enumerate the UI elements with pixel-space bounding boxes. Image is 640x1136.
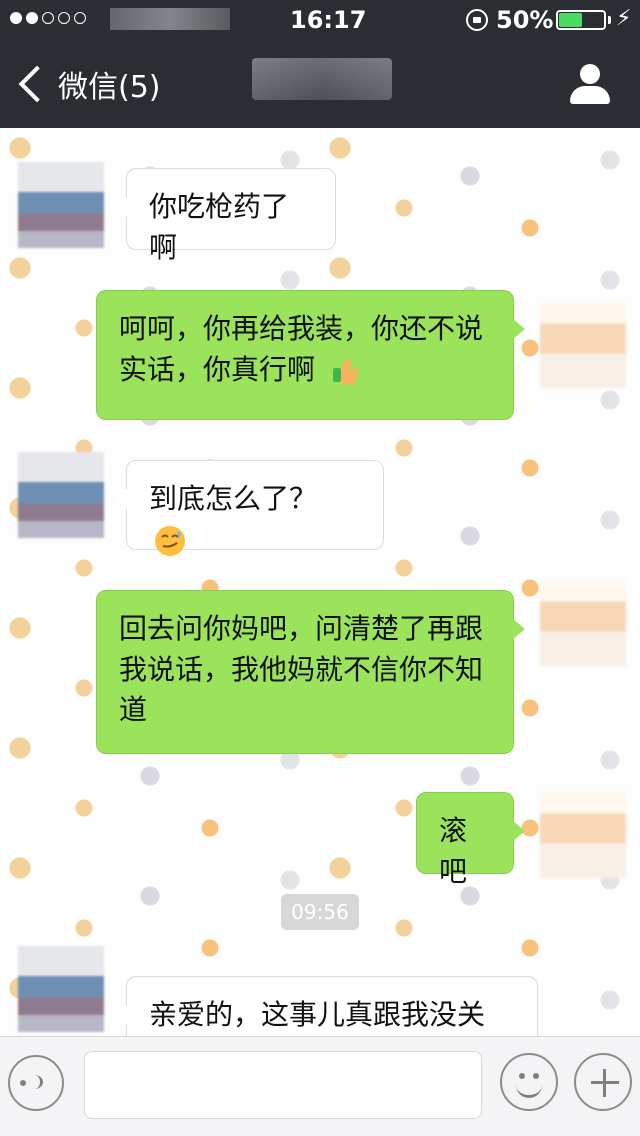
- message-text: 你吃枪药了啊: [149, 190, 290, 264]
- message-text: 回去问你妈吧，问清楚了再跟我说话，我他妈就不信你不知道: [119, 612, 484, 727]
- sent-message-bubble: 呵呵，你再给我装，你还不说实话，你真行啊: [96, 290, 525, 420]
- navigation-bar: 微信(5): [0, 40, 640, 128]
- voice-icon[interactable]: [8, 1055, 64, 1111]
- message-text: 滚吧: [439, 814, 468, 888]
- top-bar: 16:17 50% ⚡ 微信(5): [0, 0, 640, 128]
- contact-avatar[interactable]: [18, 946, 104, 1032]
- received-message-bubble: 到底怎么了？: [114, 460, 384, 556]
- back-button[interactable]: 微信(5): [18, 62, 161, 106]
- back-label: 微信(5): [58, 70, 161, 105]
- chat-screen: 16:17 50% ⚡ 微信(5) 你吃枪药了啊 呵呵，你再给我装，你还不说实话…: [0, 0, 640, 1136]
- contact-avatar[interactable]: [18, 162, 104, 248]
- blurred-chat-title: [252, 58, 392, 100]
- status-time: 16:17: [290, 6, 367, 34]
- chevron-left-icon: [18, 65, 56, 103]
- contact-avatar[interactable]: [18, 452, 104, 538]
- person-icon-head: [580, 64, 600, 84]
- thumbs-up-emoji-icon: [332, 357, 359, 384]
- message-text: 到底怎么了？: [149, 482, 318, 515]
- signal-dot: [42, 12, 54, 24]
- battery-percent: 50%: [496, 6, 554, 34]
- sent-message-bubble: 滚吧: [416, 792, 525, 888]
- signal-dot: [10, 12, 22, 24]
- signal-strength: [10, 12, 86, 24]
- emoji-eye-right: [533, 1073, 539, 1079]
- signal-dot: [74, 12, 86, 24]
- user-avatar[interactable]: [540, 792, 626, 878]
- person-icon-body: [570, 86, 610, 104]
- smirk-sweat-emoji-icon: [155, 525, 185, 556]
- charging-icon: ⚡: [616, 6, 632, 31]
- emoji-eye-left: [519, 1073, 525, 1079]
- message-text: 亲爱的，这事儿真跟我没关: [149, 998, 486, 1031]
- message-input[interactable]: [84, 1051, 482, 1119]
- status-bar: 16:17 50% ⚡: [0, 0, 640, 40]
- profile-button[interactable]: [566, 62, 614, 110]
- message-input-bar: [0, 1036, 640, 1136]
- battery-icon: [556, 10, 606, 30]
- battery-fill: [559, 13, 582, 27]
- emoji-mouth: [516, 1083, 542, 1098]
- received-message-bubble: 你吃枪药了啊: [114, 168, 336, 264]
- rotation-lock-icon: [466, 9, 488, 31]
- sent-message-bubble: 回去问你妈吧，问清楚了再跟我说话，我他妈就不信你不知道: [96, 590, 525, 754]
- blurred-carrier-name: [110, 8, 230, 30]
- signal-dot: [26, 12, 38, 24]
- user-avatar[interactable]: [540, 580, 626, 666]
- plus-icon[interactable]: [574, 1053, 632, 1111]
- user-avatar[interactable]: [540, 302, 626, 388]
- chat-area: 你吃枪药了啊 呵呵，你再给我装，你还不说实话，你真行啊 到底怎么了？ 回去问你妈…: [0, 128, 640, 1068]
- message-timestamp: 09:56: [281, 894, 359, 930]
- signal-dot: [58, 12, 70, 24]
- message-text: 呵呵，你再给我装，你还不说实话，你真行啊: [119, 312, 484, 386]
- battery-tip: [608, 16, 611, 24]
- emoji-icon[interactable]: [500, 1053, 558, 1111]
